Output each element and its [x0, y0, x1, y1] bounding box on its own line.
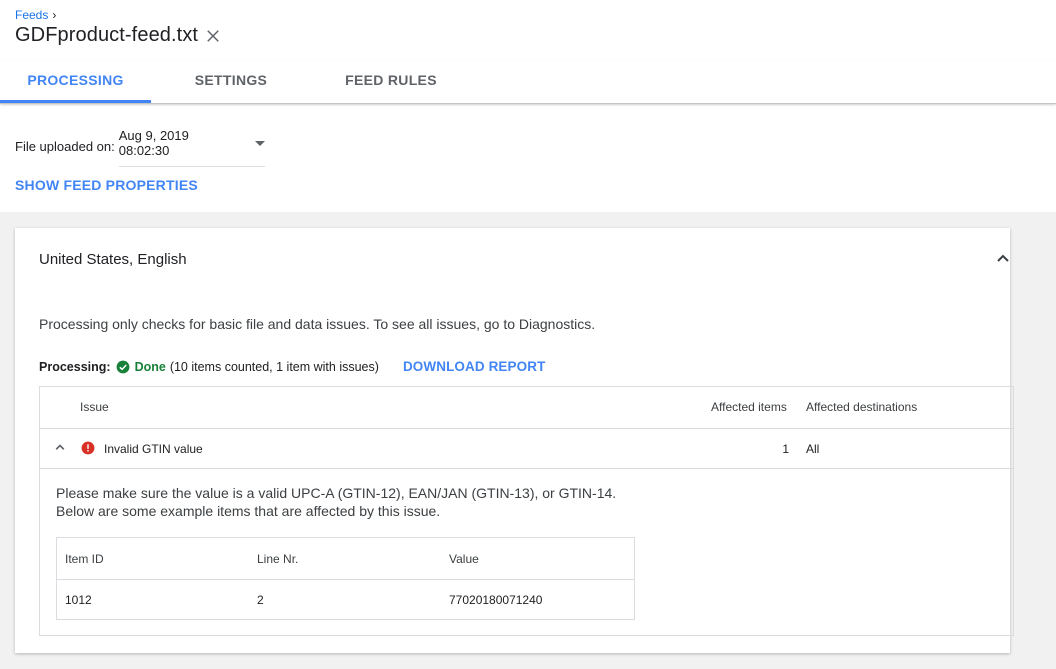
issue-detail-line-1: Please make sure the value is a valid UP… — [56, 485, 617, 501]
upload-date-value: Aug 9, 2019 08:02:30 — [118, 128, 189, 158]
feed-header: Feeds › GDFproduct-feed.txt PROCESSING S… — [0, 0, 1056, 212]
header-line-nr: Line Nr. — [257, 552, 299, 566]
card-title: United States, English — [39, 251, 187, 268]
example-item-id: 1012 — [65, 593, 92, 607]
issue-name: Invalid GTIN value — [104, 442, 203, 456]
chevron-up-icon[interactable] — [991, 247, 1015, 271]
issues-table: Issue Affected items Affected destinatio… — [39, 386, 1014, 636]
caret-down-icon — [254, 140, 265, 146]
issues-table-header: Issue Affected items Affected destinatio… — [40, 387, 1013, 429]
header-issue: Issue — [80, 400, 109, 414]
processing-label: Processing: — [39, 359, 111, 374]
chevron-up-icon[interactable] — [51, 438, 69, 456]
header-value: Value — [449, 552, 479, 566]
issue-detail: Please make sure the value is a valid UP… — [56, 484, 616, 520]
breadcrumb: Feeds › — [15, 8, 56, 22]
show-feed-properties-button[interactable]: SHOW FEED PROPERTIES — [15, 177, 198, 193]
processing-status-row: Processing: Done (10 items counted, 1 it… — [39, 359, 545, 374]
affected-destinations-value: All — [806, 442, 820, 456]
processing-status: Done — [134, 359, 166, 374]
upload-date-select[interactable]: Aug 9, 2019 08:02:30 — [118, 126, 265, 167]
error-icon — [81, 441, 95, 455]
check-circle-icon — [116, 360, 129, 373]
affected-items-count: 1 — [782, 442, 789, 456]
breadcrumb-feeds-link[interactable]: Feeds — [15, 8, 48, 22]
tab-processing[interactable]: PROCESSING — [0, 60, 151, 103]
close-icon[interactable] — [204, 27, 222, 45]
tab-bar: PROCESSING SETTINGS FEED RULES — [0, 60, 1056, 104]
table-row[interactable]: Invalid GTIN value 1 All — [40, 428, 1013, 469]
upload-label: File uploaded on: — [15, 139, 115, 154]
processing-note: Processing only checks for basic file an… — [39, 316, 596, 332]
header-affected-items: Affected items — [711, 400, 787, 414]
example-items-table: Item ID Line Nr. Value 1012 2 7702018007… — [56, 537, 635, 620]
download-report-button[interactable]: DOWNLOAD REPORT — [403, 359, 546, 374]
processing-summary: (10 items counted, 1 item with issues) — [169, 359, 379, 374]
tab-settings[interactable]: SETTINGS — [156, 60, 306, 100]
page-title: GDFproduct-feed.txt — [15, 24, 199, 46]
upload-row: File uploaded on: Aug 9, 2019 08:02:30 — [15, 126, 265, 167]
header-affected-destinations: Affected destinations — [806, 400, 918, 414]
title-row: GDFproduct-feed.txt — [15, 24, 222, 47]
header-item-id: Item ID — [65, 552, 104, 566]
issue-detail-line-2: Below are some example items that are af… — [56, 503, 441, 519]
tab-feed-rules[interactable]: FEED RULES — [312, 60, 470, 100]
example-value: 77020180071240 — [449, 593, 543, 607]
example-line-nr: 2 — [257, 593, 264, 607]
breadcrumb-separator: › — [52, 8, 57, 22]
example-items-header: Item ID Line Nr. Value — [57, 538, 634, 580]
table-row: 1012 2 77020180071240 — [57, 579, 634, 619]
country-language-card: United States, English Processing only c… — [15, 228, 1014, 653]
